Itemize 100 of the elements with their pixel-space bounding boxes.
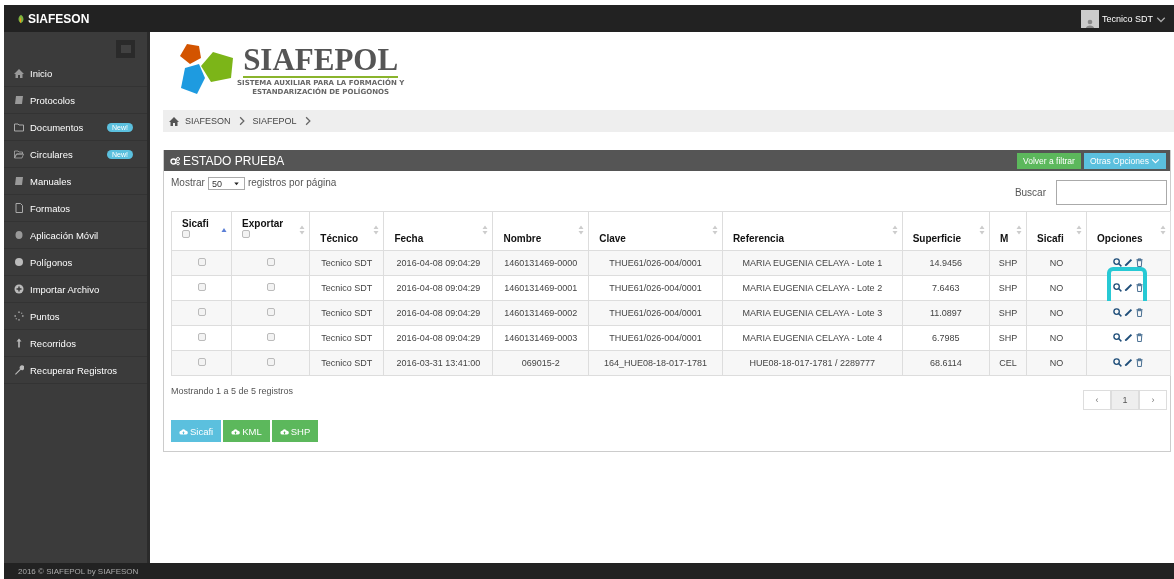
folder-icon [14, 149, 24, 159]
column-header[interactable]: M [989, 211, 1027, 251]
pencil-icon[interactable] [1124, 332, 1133, 342]
table-cell: 2016-04-08 09:04:29 [383, 300, 493, 326]
column-header[interactable]: Opciones [1086, 211, 1171, 251]
column-header[interactable]: Referencia [722, 211, 903, 251]
table-cell: 164_HUE08-18-017-1781 [588, 350, 723, 376]
table-info-text: Mostrando 1 a 5 de 5 registros [171, 386, 294, 396]
length-label: registros por página [247, 177, 337, 188]
page-button[interactable]: 1 [1111, 390, 1139, 410]
cloud-upload-icon [231, 426, 241, 436]
length-label: Mostrar [171, 177, 205, 188]
search-icon[interactable] [1113, 307, 1122, 317]
sidebar-item[interactable]: Importar Archivo [4, 276, 147, 303]
home-icon [169, 116, 179, 126]
table-cell: SHP [989, 275, 1027, 301]
pencil-icon[interactable] [1124, 357, 1133, 367]
row-checkbox[interactable] [266, 333, 275, 341]
table-cell: NO [1026, 325, 1087, 351]
table-cell: Tecnico SDT [309, 325, 384, 351]
sidebar-item[interactable]: Polígonos [4, 249, 147, 276]
row-checkbox[interactable] [266, 283, 275, 291]
sidebar-item[interactable]: Inicio [4, 60, 147, 87]
table-cell: THUE61/026-004/0001 [588, 325, 723, 351]
column-header[interactable]: Fecha [383, 211, 493, 251]
trash-icon[interactable] [1135, 282, 1144, 292]
select-all-checkbox[interactable] [182, 230, 190, 238]
column-header[interactable]: Técnico [309, 211, 384, 251]
trash-icon[interactable] [1135, 257, 1144, 267]
table-cell: 68.6114 [902, 350, 990, 376]
column-header[interactable]: Sicafi [171, 211, 232, 251]
brand-name: SIAFESON [28, 11, 90, 26]
user-menu[interactable]: Tecnico SDT [1080, 9, 1166, 28]
row-checkbox[interactable] [266, 358, 275, 366]
pencil-icon[interactable] [1124, 307, 1133, 317]
pencil-icon[interactable] [1124, 282, 1133, 292]
sidebar-item[interactable]: Manuales [4, 168, 147, 195]
row-checkbox[interactable] [197, 258, 206, 266]
trash-icon[interactable] [1135, 357, 1144, 367]
search-icon[interactable] [1113, 332, 1122, 342]
folder-icon [14, 122, 24, 132]
row-checkbox[interactable] [197, 308, 206, 316]
table-cell: THUE61/026-004/0001 [588, 275, 723, 301]
table-cell: 11.0897 [902, 300, 990, 326]
sidebar-item[interactable]: Recuperar Registros [4, 357, 147, 384]
trash-icon[interactable] [1135, 307, 1144, 317]
column-header[interactable]: Sicafi [1026, 211, 1087, 251]
table-cell: 2016-03-31 13:41:00 [383, 350, 493, 376]
row-checkbox[interactable] [197, 358, 206, 366]
table-cell: 7.6463 [902, 275, 990, 301]
table-cell: 2016-04-08 09:04:29 [383, 275, 493, 301]
book-icon [14, 176, 24, 186]
table-cell: 14.9456 [902, 250, 990, 276]
sidebar-item[interactable]: Puntos [4, 303, 147, 330]
footer-text: 2016 © SIAFEPOL by SIAFESON [4, 563, 1174, 579]
table-cell: MARIA EUGENIA CELAYA - Lote 1 [722, 250, 903, 276]
column-header[interactable]: Superficie [902, 211, 990, 251]
previous-page-button[interactable]: ‹ [1083, 390, 1111, 410]
pencil-icon[interactable] [1124, 257, 1133, 267]
table-cell: MARIA EUGENIA CELAYA - Lote 4 [722, 325, 903, 351]
table-cell: Tecnico SDT [309, 275, 384, 301]
cloud-upload-icon [279, 426, 289, 436]
select-all-checkbox[interactable] [242, 230, 251, 238]
search-icon[interactable] [1113, 357, 1122, 367]
book-icon [14, 95, 24, 105]
wrench-icon [14, 365, 24, 375]
table-cell: THUE61/026-004/0001 [588, 250, 723, 276]
document-icon [14, 203, 24, 213]
page-size-select[interactable]: 50 [207, 177, 245, 190]
home-icon [14, 68, 24, 78]
caret-icon [231, 179, 241, 188]
table-cell: 2016-04-08 09:04:29 [383, 325, 493, 351]
search-icon[interactable] [1113, 257, 1122, 267]
caret-icon [1151, 156, 1160, 165]
search-field[interactable] [1056, 179, 1167, 205]
logo-title: SIAFEPOL [243, 45, 399, 78]
row-checkbox[interactable] [266, 308, 275, 316]
column-header[interactable]: Clave [588, 211, 723, 251]
row-checkbox[interactable] [197, 283, 206, 291]
trash-icon[interactable] [1135, 332, 1144, 342]
breadcrumb-link[interactable]: SIAFESON [185, 116, 231, 126]
table-cell: HUE08-18-017-1781 / 2289777 [722, 350, 903, 376]
panel-title: ESTADO PRUEBA [183, 153, 285, 168]
table-cell: 1460131469-0000 [492, 250, 589, 276]
gears-icon [170, 155, 180, 166]
sidebar-item[interactable]: Aplicación Móvil [4, 222, 147, 249]
table-cell: 1460131469-0002 [492, 300, 589, 326]
table-cell: 6.7985 [902, 325, 990, 351]
search-icon[interactable] [1113, 282, 1122, 292]
sidebar-item[interactable]: Protocolos [4, 87, 147, 114]
sidebar-item[interactable]: Formatos [4, 195, 147, 222]
row-checkbox[interactable] [266, 258, 275, 266]
table-cell: NO [1026, 275, 1087, 301]
table-cell: SHP [989, 325, 1027, 351]
column-header[interactable]: Nombre [492, 211, 589, 251]
row-checkbox[interactable] [197, 333, 206, 341]
next-page-button[interactable]: › [1139, 390, 1167, 410]
column-header[interactable]: Exportar [231, 211, 310, 251]
sidebar-item[interactable]: Recorridos [4, 330, 147, 357]
breadcrumb-link[interactable]: SIAFEPOL [252, 116, 297, 126]
